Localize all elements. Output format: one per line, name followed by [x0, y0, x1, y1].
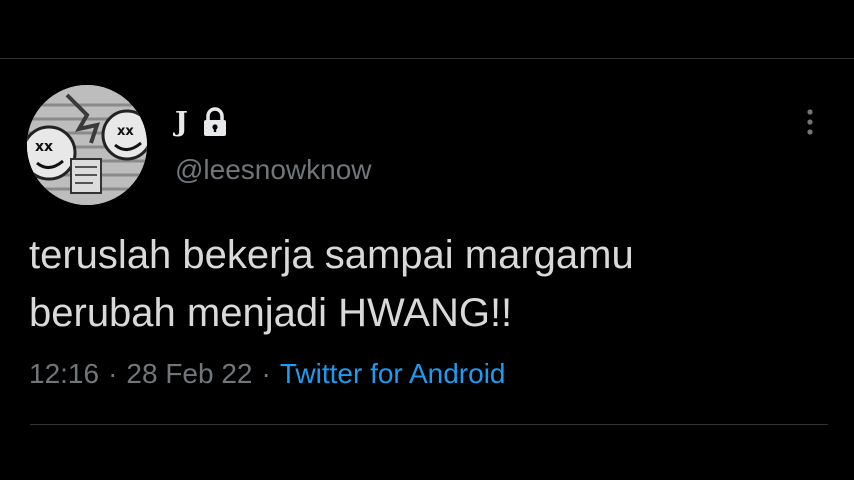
- more-vertical-icon[interactable]: [800, 106, 820, 138]
- tweet-screen: xx xx J @leesnowknow teruslah bekerja sa…: [0, 0, 854, 480]
- meta-separator: ·: [261, 358, 271, 389]
- svg-text:xx: xx: [117, 124, 134, 139]
- lock-icon: [200, 107, 230, 137]
- tweet-text: teruslah bekerja sampai margamu berubah …: [29, 226, 819, 342]
- top-divider: [0, 58, 854, 59]
- meta-separator: ·: [108, 358, 118, 389]
- tweet-date[interactable]: 28 Feb 22: [126, 358, 252, 389]
- svg-text:xx: xx: [35, 139, 53, 155]
- user-handle[interactable]: @leesnowknow: [175, 154, 372, 186]
- display-name: J: [175, 106, 189, 138]
- tweet-text-line-1: teruslah bekerja sampai margamu: [29, 233, 634, 277]
- profile-avatar[interactable]: xx xx: [27, 85, 147, 205]
- tweet-meta: 12:16 · 28 Feb 22 · Twitter for Android: [29, 358, 506, 390]
- tweet-source-link[interactable]: Twitter for Android: [280, 358, 506, 389]
- tweet-text-line-2: berubah menjadi HWANG!!: [29, 291, 513, 335]
- display-name-row[interactable]: J: [175, 104, 230, 140]
- avatar-image: xx xx: [27, 85, 147, 205]
- bottom-divider: [30, 424, 828, 425]
- tweet-time[interactable]: 12:16: [29, 358, 99, 389]
